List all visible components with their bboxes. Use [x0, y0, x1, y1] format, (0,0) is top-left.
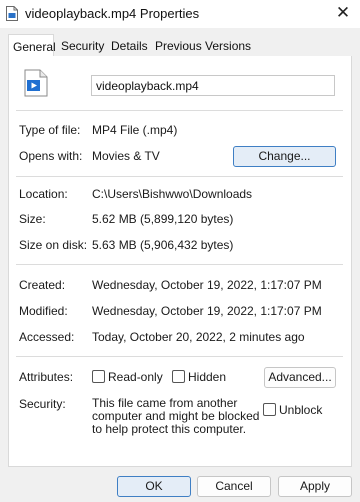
- divider: [16, 264, 343, 265]
- created-value: Wednesday, October 19, 2022, 1:17:07 PM: [92, 278, 322, 292]
- created-label: Created:: [19, 278, 66, 292]
- change-button[interactable]: Change...: [233, 146, 336, 167]
- file-name-field[interactable]: [91, 75, 335, 96]
- location-label: Location:: [19, 187, 68, 201]
- read-only-label: Read-only: [108, 370, 163, 384]
- location-value: C:\Users\Bishwwo\Downloads: [92, 187, 253, 201]
- type-of-file-value: MP4 File (.mp4): [92, 123, 178, 137]
- window-title: videoplayback.mp4 Properties: [25, 6, 200, 21]
- modified-value: Wednesday, October 19, 2022, 1:17:07 PM: [92, 304, 322, 318]
- size-on-disk-value: 5.63 MB (5,906,432 bytes): [92, 238, 234, 252]
- video-file-icon: [24, 69, 48, 97]
- size-on-disk-label: Size on disk:: [19, 238, 88, 252]
- tab-general[interactable]: General: [9, 38, 60, 56]
- size-value: 5.62 MB (5,899,120 bytes): [92, 212, 234, 226]
- divider: [16, 176, 343, 177]
- close-button[interactable]: ✕: [331, 2, 355, 24]
- unblock-label: Unblock: [279, 403, 323, 417]
- tab-details[interactable]: Details: [107, 37, 152, 55]
- ok-button[interactable]: OK: [117, 476, 191, 497]
- security-message: This file came from another computer and…: [92, 396, 260, 436]
- modified-label: Modified:: [19, 304, 68, 318]
- opens-with-label: Opens with:: [19, 149, 83, 163]
- accessed-label: Accessed:: [19, 330, 75, 344]
- read-only-checkbox[interactable]: [92, 370, 105, 383]
- size-label: Size:: [19, 212, 46, 226]
- accessed-value: Today, October 20, 2022, 2 minutes ago: [92, 330, 305, 344]
- security-label: Security:: [19, 397, 66, 411]
- tab-previous-versions[interactable]: Previous Versions: [151, 37, 255, 55]
- cancel-button[interactable]: Cancel: [197, 476, 271, 497]
- unblock-checkbox[interactable]: [263, 403, 276, 416]
- divider: [16, 356, 343, 357]
- file-properties-icon: [6, 6, 18, 21]
- hidden-label: Hidden: [188, 370, 227, 384]
- tab-security[interactable]: Security: [57, 37, 108, 55]
- attributes-label: Attributes:: [19, 370, 74, 384]
- hidden-checkbox[interactable]: [172, 370, 185, 383]
- advanced-button[interactable]: Advanced...: [264, 367, 336, 388]
- divider: [16, 110, 343, 111]
- type-of-file-label: Type of file:: [19, 123, 81, 137]
- opens-with-value: Movies & TV: [92, 149, 160, 163]
- apply-button[interactable]: Apply: [278, 476, 352, 497]
